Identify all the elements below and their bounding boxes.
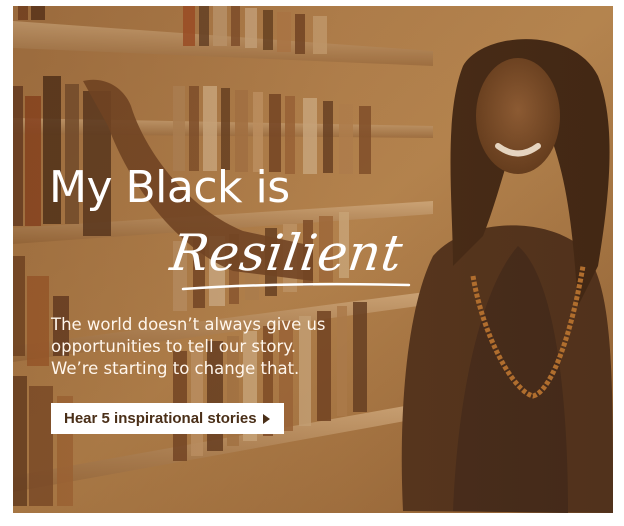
headline: My Black is	[49, 162, 290, 213]
hear-stories-button[interactable]: Hear 5 inspirational stories	[51, 403, 284, 434]
script-underline-flourish	[181, 282, 411, 291]
promo-banner[interactable]: My Black is Resilient The world doesn’t …	[13, 6, 613, 513]
intro-text-line: The world doesn’t always give us	[51, 315, 326, 334]
intro-text-line: opportunities to tell our story.	[51, 337, 296, 356]
intro-text: The world doesn’t always give us opportu…	[51, 314, 371, 380]
intro-text-line: We’re starting to change that.	[51, 359, 300, 378]
hear-stories-label: Hear 5 inspirational stories	[64, 410, 257, 427]
caret-right-icon	[262, 413, 270, 424]
script-headline: Resilient	[166, 224, 407, 282]
